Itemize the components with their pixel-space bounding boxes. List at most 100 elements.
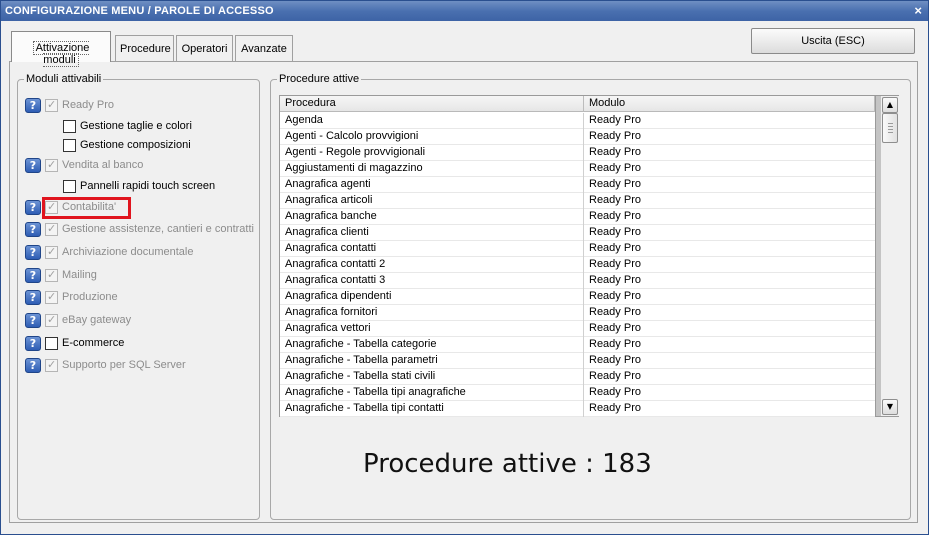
cell-procedura: Anagrafica vettori (280, 321, 584, 337)
scroll-down-icon[interactable]: ▼ (882, 399, 898, 415)
module-checkbox[interactable] (45, 158, 58, 172)
table-row[interactable]: Anagrafica agenti Ready Pro (280, 177, 875, 193)
cell-modulo: Ready Pro (589, 226, 641, 238)
cell-procedura: Aggiustamenti di magazzino (280, 161, 584, 177)
table-row[interactable]: Agenti - Calcolo provvigioni Ready Pro (280, 129, 875, 145)
module-label: Gestione assistenze, cantieri e contratt… (62, 223, 254, 235)
module-ready-pro: ? Ready Pro (25, 97, 114, 113)
module-mailing: ? Mailing (25, 267, 97, 283)
table-row[interactable]: Agenda Ready Pro (280, 113, 875, 129)
module-vendita-banco: ? Vendita al banco (25, 157, 143, 173)
cell-modulo: Ready Pro (589, 338, 641, 350)
module-checkbox[interactable] (63, 138, 76, 152)
tab-avanzate[interactable]: Avanzate (235, 35, 293, 61)
module-gestione-taglie: Gestione taglie e colori (59, 118, 192, 134)
column-header-procedura[interactable]: Procedura (280, 96, 584, 112)
table-row[interactable]: Aggiustamenti di magazzino Ready Pro (280, 161, 875, 177)
module-label: Gestione taglie e colori (80, 120, 192, 132)
grip-icon (888, 123, 893, 133)
scroll-thumb[interactable] (882, 113, 898, 143)
module-checkbox[interactable] (45, 313, 58, 327)
help-icon[interactable]: ? (25, 199, 41, 215)
module-checkbox[interactable] (63, 119, 76, 133)
cell-modulo: Ready Pro (589, 354, 641, 366)
table-row[interactable]: Anagrafiche - Tabella parametri Ready Pro (280, 353, 875, 369)
module-pannelli-touch: Pannelli rapidi touch screen (59, 178, 215, 194)
dialog-body: Attivazione moduli Procedure Operatori A… (5, 25, 924, 528)
table-row[interactable]: Anagrafica contatti Ready Pro (280, 241, 875, 257)
procedures-groupbox: Procedure attive Procedura Modulo Agenda… (270, 73, 911, 520)
table-row[interactable]: Anagrafiche - Tabella tipi contatti Ready… (280, 401, 875, 417)
cell-modulo: Ready Pro (589, 242, 641, 254)
module-label: Supporto per SQL Server (62, 359, 186, 371)
procedures-grid[interactable]: Procedura Modulo Agenda Ready Pro Agenti -… (279, 95, 899, 417)
module-checkbox[interactable] (45, 268, 58, 282)
help-icon[interactable]: ? (25, 97, 41, 113)
scroll-up-icon[interactable]: ▲ (882, 97, 898, 113)
help-icon[interactable]: ? (25, 335, 41, 351)
help-icon[interactable]: ? (25, 267, 41, 283)
tab-procedure[interactable]: Procedure (115, 35, 174, 61)
module-checkbox[interactable] (45, 222, 58, 236)
cell-procedura: Anagrafiche - Tabella parametri (280, 353, 584, 369)
cell-modulo: Ready Pro (589, 306, 641, 318)
module-checkbox[interactable] (45, 98, 58, 112)
tab-label: Procedure (120, 43, 171, 55)
cell-modulo: Ready Pro (589, 210, 641, 222)
cell-modulo: Ready Pro (589, 322, 641, 334)
help-icon[interactable]: ? (25, 289, 41, 305)
cell-procedura: Anagrafica clienti (280, 225, 584, 241)
module-checkbox[interactable] (45, 336, 58, 350)
table-row[interactable]: Anagrafica contatti 3 Ready Pro (280, 273, 875, 289)
title-bar[interactable]: CONFIGURAZIONE MENU / PAROLE DI ACCESSO … (1, 1, 928, 21)
module-sql-server: ? Supporto per SQL Server (25, 357, 186, 373)
table-row[interactable]: Agenti - Regole provvigionali Ready Pro (280, 145, 875, 161)
cell-modulo: Ready Pro (589, 274, 641, 286)
tab-page-attivazione-moduli: Moduli attivabili ? Ready Pro Gestione t… (9, 61, 918, 523)
help-icon[interactable]: ? (25, 244, 41, 260)
module-label: Produzione (62, 291, 118, 303)
table-row[interactable]: Anagrafica contatti 2 Ready Pro (280, 257, 875, 273)
module-checkbox[interactable] (45, 245, 58, 259)
module-checkbox[interactable] (63, 179, 76, 193)
module-label: Archiviazione documentale (62, 246, 194, 258)
cell-procedura: Anagrafiche - Tabella categorie (280, 337, 584, 353)
module-label: Ready Pro (62, 99, 114, 111)
module-checkbox[interactable] (45, 290, 58, 304)
module-label: E-commerce (62, 337, 125, 349)
vertical-scrollbar[interactable]: ▲ ▼ (881, 96, 899, 416)
cell-procedura: Anagrafica dipendenti (280, 289, 584, 305)
module-gestione-composizioni: Gestione composizioni (59, 137, 191, 153)
tab-attivazione-moduli[interactable]: Attivazione moduli (11, 31, 111, 67)
close-icon[interactable]: × (914, 3, 922, 18)
column-header-modulo[interactable]: Modulo (584, 96, 875, 112)
modules-groupbox: Moduli attivabili ? Ready Pro Gestione t… (17, 73, 260, 520)
help-icon[interactable]: ? (25, 312, 41, 328)
table-row[interactable]: Anagrafica clienti Ready Pro (280, 225, 875, 241)
module-label: Pannelli rapidi touch screen (80, 180, 216, 192)
help-icon[interactable]: ? (25, 157, 41, 173)
cell-modulo: Ready Pro (589, 130, 641, 142)
table-row[interactable]: Anagrafica dipendenti Ready Pro (280, 289, 875, 305)
table-row[interactable]: Anagrafica banche Ready Pro (280, 209, 875, 225)
table-row[interactable]: Anagrafiche - Tabella tipi anagrafiche Re… (280, 385, 875, 401)
grid-rows: Agenda Ready Pro Agenti - Calcolo provvigi… (280, 113, 875, 417)
cell-procedura: Anagrafica articoli (280, 193, 584, 209)
module-checkbox[interactable] (45, 358, 58, 372)
cell-modulo: Ready Pro (589, 146, 641, 158)
table-row[interactable]: Anagrafica vettori Ready Pro (280, 321, 875, 337)
exit-button[interactable]: Uscita (ESC) (751, 28, 915, 54)
module-label: eBay gateway (62, 314, 132, 326)
module-label: Vendita al banco (62, 159, 144, 171)
table-row[interactable]: Anagrafica fornitori Ready Pro (280, 305, 875, 321)
help-icon[interactable]: ? (25, 221, 41, 237)
help-icon[interactable]: ? (25, 357, 41, 373)
table-row[interactable]: Anagrafiche - Tabella stati civili Ready … (280, 369, 875, 385)
table-row[interactable]: Anagrafiche - Tabella categorie Ready Pro (280, 337, 875, 353)
cell-procedura: Anagrafica banche (280, 209, 584, 225)
window-title: CONFIGURAZIONE MENU / PAROLE DI ACCESSO (5, 5, 274, 17)
tab-operatori[interactable]: Operatori (176, 35, 233, 61)
cell-modulo: Ready Pro (589, 162, 641, 174)
module-archiviazione: ? Archiviazione documentale (25, 244, 193, 260)
table-row[interactable]: Anagrafica articoli Ready Pro (280, 193, 875, 209)
